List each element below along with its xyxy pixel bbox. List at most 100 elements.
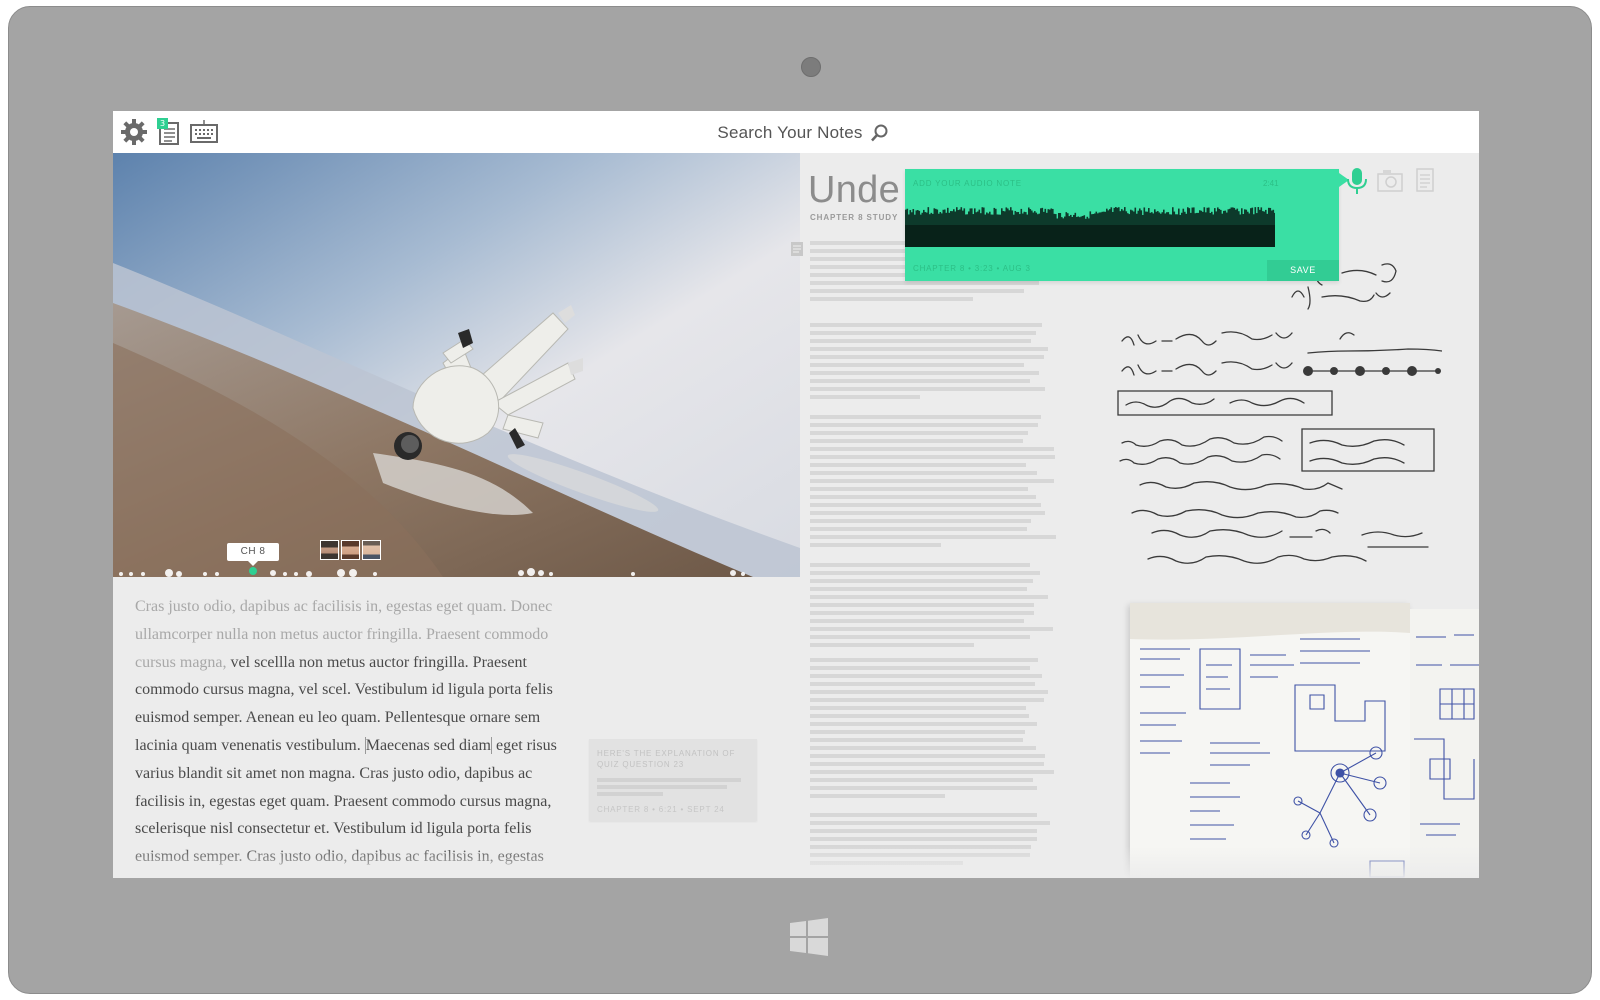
note-text-line (597, 778, 741, 782)
text-line (810, 371, 1039, 375)
text-line (810, 331, 1036, 335)
text-paragraph (810, 415, 1056, 551)
text-line (810, 746, 1036, 750)
text-line (810, 794, 945, 798)
text-line (810, 511, 1045, 515)
camera-lens (801, 57, 821, 77)
audio-note-meta: CHAPTER 8 • 3:23 • AUG 3 (913, 264, 1031, 273)
text-line (810, 821, 1051, 825)
text-line (810, 487, 1029, 491)
text-line (810, 339, 1032, 343)
text-line (810, 853, 1030, 857)
document-icon[interactable] (790, 241, 804, 257)
text-line (810, 447, 1054, 451)
collaborator-avatars[interactable] (320, 540, 381, 560)
text-line (810, 603, 1034, 607)
text-line (810, 666, 1030, 670)
text-line (810, 754, 1045, 758)
text-line (810, 543, 942, 547)
text-line (810, 415, 1041, 419)
note-text-line (597, 792, 663, 796)
text-line (810, 770, 1055, 774)
audio-duration: 2:41 (1263, 179, 1279, 188)
app-screen: 3 Search Your Notes CH 8 Cras justo odio… (113, 111, 1479, 878)
text-line (810, 690, 1048, 694)
notes-count-badge: 3 (157, 118, 168, 129)
text-line (810, 535, 1056, 539)
text-line (810, 479, 1055, 483)
audio-note-title: ADD YOUR AUDIO NOTE (913, 179, 1022, 188)
unread-text-continued: eget risus varius blandit sit amet non m… (135, 736, 557, 866)
text-line (810, 587, 1027, 591)
chapter-timeline[interactable] (113, 567, 800, 577)
text-line (810, 579, 1033, 583)
avatar[interactable] (320, 540, 339, 560)
whiteboard-photo[interactable] (1130, 603, 1410, 878)
note-card-title: HERE'S THE EXPLANATION OF QUIZ QUESTION … (597, 749, 736, 769)
text-paragraph (810, 658, 1056, 802)
keyboard-icon[interactable] (189, 117, 219, 147)
reading-text[interactable]: Cras justo odio, dapibus ac facilisis in… (135, 593, 575, 871)
note-card-meta: CHAPTER 8 • 6:21 • SEPT 24 (597, 805, 725, 814)
note-card[interactable]: HERE'S THE EXPLANATION OF QUIZ QUESTION … (589, 739, 757, 821)
text-line (810, 423, 1039, 427)
text-paragraph (810, 563, 1056, 651)
text-line (810, 861, 964, 865)
chapter-tag[interactable]: CH 8 (227, 543, 279, 561)
text-line (810, 619, 1025, 623)
text-line (810, 387, 1045, 391)
chapter-marker[interactable] (249, 567, 257, 575)
text-line (810, 519, 1032, 523)
gear-icon[interactable] (119, 117, 149, 147)
highlighted-text[interactable]: Maecenas sed diam (364, 736, 492, 754)
search-box[interactable]: Search Your Notes (673, 119, 933, 147)
text-line (810, 395, 921, 399)
text-paragraph (810, 813, 1056, 869)
text-line (810, 281, 1039, 285)
text-line (810, 355, 1045, 359)
text-line (810, 563, 1030, 567)
text-line (810, 698, 1045, 702)
text-line (810, 643, 974, 647)
text-line (810, 527, 1028, 531)
text-line (810, 730, 1025, 734)
chapter-tag-pointer (248, 561, 258, 566)
text-line (810, 363, 1025, 367)
text-line (810, 323, 1042, 327)
text-line (810, 379, 1030, 383)
text-line (810, 611, 1034, 615)
text-line (810, 837, 1037, 841)
document-subtitle: CHAPTER 8 STUDY (810, 213, 899, 222)
search-placeholder: Search Your Notes (717, 123, 863, 142)
skydiver-photo (113, 153, 800, 577)
text-line (810, 682, 1036, 686)
text-line (810, 778, 1033, 782)
text-line (810, 289, 1025, 293)
save-audio-button[interactable]: SAVE (1267, 260, 1339, 281)
text-line (810, 503, 1041, 507)
avatar[interactable] (341, 540, 360, 560)
whiteboard-photo[interactable] (1410, 609, 1479, 878)
audio-note-panel[interactable]: ADD YOUR AUDIO NOTE 2:41 CHAPTER 8 • 3:2… (905, 169, 1339, 281)
handwritten-equations (1117, 263, 1442, 564)
text-line (810, 595, 1049, 599)
text-line (810, 471, 1037, 475)
reading-panel: CH 8 Cras justo odio, dapibus ac facilis… (113, 153, 800, 878)
microphone-icon[interactable] (1345, 166, 1369, 196)
text-line (810, 658, 1038, 662)
text-note-icon[interactable] (1415, 166, 1435, 196)
windows-logo-icon[interactable] (790, 918, 828, 956)
avatar[interactable] (362, 540, 381, 560)
text-line (810, 786, 1037, 790)
text-line (810, 722, 1038, 726)
text-line (810, 635, 1030, 639)
text-paragraph (810, 323, 1056, 403)
text-line (810, 455, 1055, 459)
audio-waveform[interactable] (905, 195, 1275, 247)
text-line (810, 762, 1044, 766)
text-line (810, 571, 1041, 575)
search-icon[interactable] (869, 123, 889, 143)
camera-icon[interactable] (1375, 166, 1405, 196)
document-title: Unde (808, 169, 901, 211)
text-line (810, 431, 1028, 435)
